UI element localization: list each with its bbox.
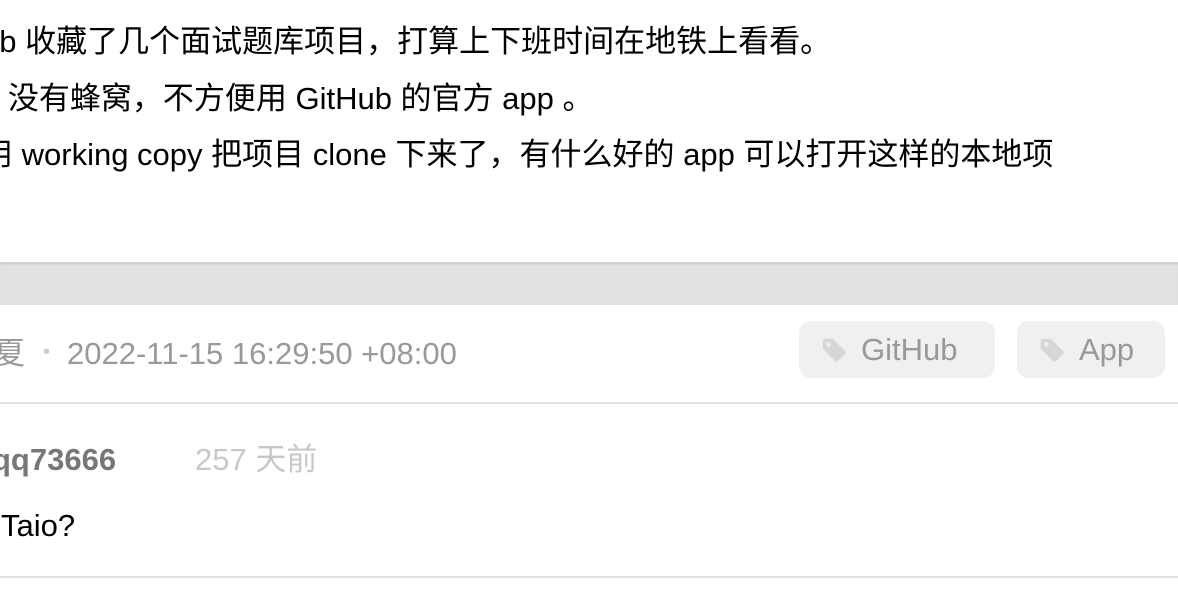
section-divider	[0, 262, 1178, 305]
topic-line: ub 收藏了几个面试题库项目，打算上下班时间在地铁上看看。	[0, 24, 832, 59]
tag-app[interactable]: App	[1017, 321, 1165, 378]
reply-cell	[0, 404, 1178, 578]
topic-timestamp: 2022-11-15 16:29:50 +08:00	[67, 336, 457, 371]
topic-line: d 没有蜂窝，不方便用 GitHub 的官方 app 。	[0, 81, 594, 116]
topic-author[interactable]: 夏	[0, 336, 25, 371]
topic-line: 用 working copy 把项目 clone 下来了，有什么好的 app 可…	[0, 137, 1054, 172]
meta-separator: •	[43, 340, 51, 363]
tag-github[interactable]: GitHub	[799, 321, 995, 378]
reply-time-ago: 257 天前	[195, 442, 318, 477]
topic-content: ub 收藏了几个面试题库项目，打算上下班时间在地铁上看看。 d 没有蜂窝，不方便…	[0, 0, 1178, 262]
tag-icon	[1040, 338, 1064, 362]
topic-meta: 夏 • 2022-11-15 16:29:50 +08:00	[0, 334, 457, 376]
reply-username[interactable]: qq73666	[0, 440, 116, 480]
tag-label: App	[1079, 332, 1135, 367]
tag-label: GitHub	[861, 332, 958, 367]
reply-content: Taio?	[1, 508, 76, 543]
tag-icon	[822, 338, 846, 362]
page: ub 收藏了几个面试题库项目，打算上下班时间在地铁上看看。 d 没有蜂窝，不方便…	[0, 0, 1178, 604]
